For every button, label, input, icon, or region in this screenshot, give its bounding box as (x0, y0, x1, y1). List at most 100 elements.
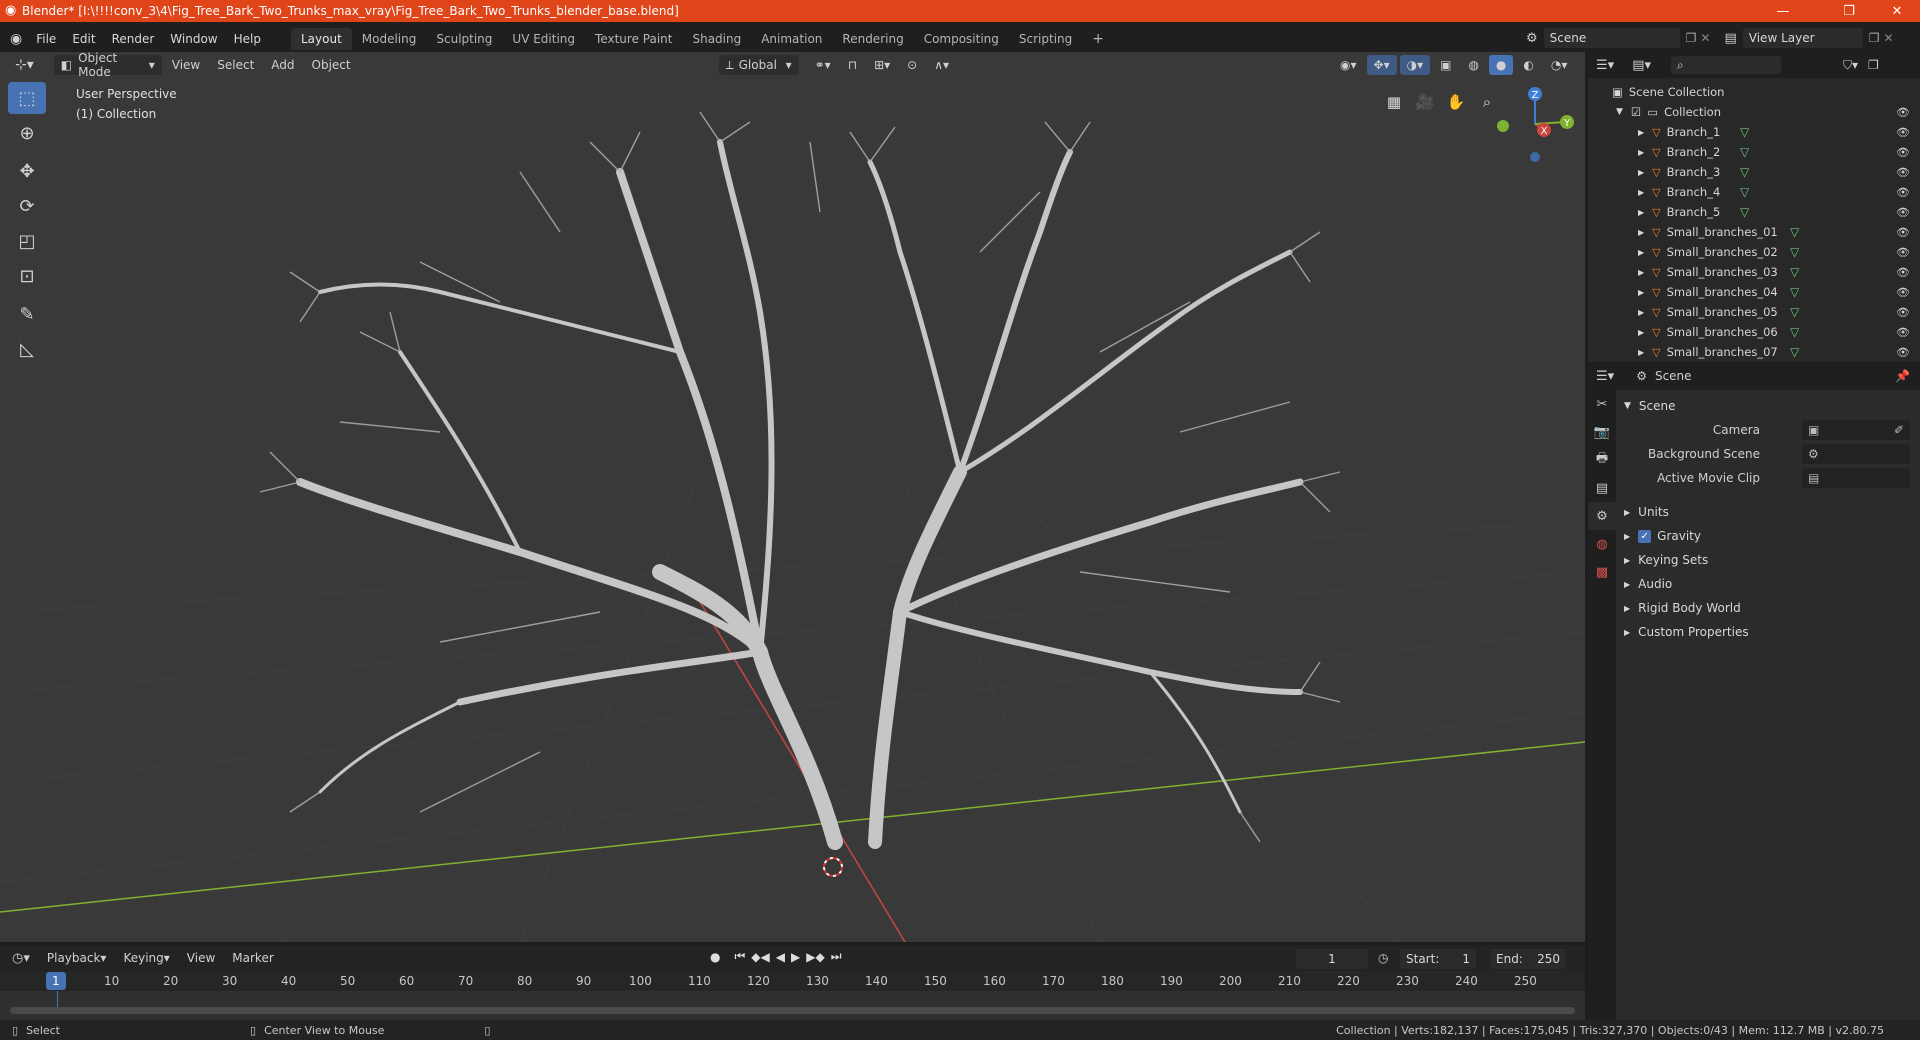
scene-collection-row[interactable]: ▣ Scene Collection (1588, 82, 1920, 102)
keying-menu[interactable]: Keying ▾ (116, 948, 176, 968)
units-panel[interactable]: ▶ Units (1616, 500, 1920, 524)
expand-arrow-icon[interactable]: ▶ (1638, 348, 1644, 357)
eye-icon[interactable]: 👁 (1896, 306, 1910, 319)
scene-panel-header[interactable]: ▼ Scene (1616, 394, 1920, 418)
checkbox-icon[interactable]: ☑ (1631, 105, 1641, 119)
collection-row[interactable]: ▼ ☑ ▭ Collection 👁 (1588, 102, 1920, 122)
delete-scene-icon[interactable]: ✕ (1700, 31, 1710, 45)
next-keyframe-icon[interactable]: ▶◆ (806, 950, 824, 964)
eye-icon[interactable]: 👁 (1896, 106, 1910, 119)
snap-icon[interactable]: ⊓ (841, 55, 864, 75)
properties-editor-icon[interactable]: ☰▾ (1596, 369, 1614, 384)
scene-tab-icon[interactable]: ⚙ (1588, 502, 1616, 530)
marker-menu[interactable]: Marker (225, 948, 280, 968)
eye-icon[interactable]: 👁 (1896, 226, 1910, 239)
annotate-tool-icon[interactable]: ✎ (8, 298, 46, 330)
list-item[interactable]: ▶ ▽ Small_branches_04 ▽ 👁 (1588, 282, 1920, 302)
active-movie-clip-field[interactable]: ▤ (1802, 468, 1910, 488)
expand-arrow-icon[interactable]: ▶ (1638, 188, 1644, 197)
object-mode-dropdown[interactable]: ◧ Object Mode ▾ (53, 51, 162, 79)
pin-icon[interactable]: 📌 (1895, 369, 1910, 383)
list-item[interactable]: ▶ ▽ Branch_1 ▽ 👁 (1588, 122, 1920, 142)
eye-icon[interactable]: 👁 (1896, 246, 1910, 259)
eye-icon[interactable]: 👁 (1896, 326, 1910, 339)
overlay-toggle-icon[interactable]: ◑▾ (1399, 55, 1431, 75)
expand-arrow-icon[interactable]: ▼ (1616, 107, 1623, 117)
tab-scripting[interactable]: Scripting (1009, 28, 1082, 50)
transform-orientation-dropdown[interactable]: ⟂ Global ▾ (718, 55, 799, 75)
tab-compositing[interactable]: Compositing (914, 28, 1009, 50)
list-item[interactable]: ▶ ▽ Small_branches_03 ▽ 👁 (1588, 262, 1920, 282)
world-tab-icon[interactable]: ◍ (1588, 530, 1616, 558)
eye-icon[interactable]: 👁 (1896, 266, 1910, 279)
list-item[interactable]: ▶ ▽ Small_branches_01 ▽ 👁 (1588, 222, 1920, 242)
maximize-button[interactable]: ❐ (1826, 0, 1872, 22)
list-item[interactable]: ▶ ▽ Branch_3 ▽ 👁 (1588, 162, 1920, 182)
playback-menu[interactable]: Playback ▾ (40, 948, 114, 968)
menu-edit[interactable]: Edit (64, 32, 103, 46)
transform-tool-icon[interactable]: ⊡ (8, 260, 46, 292)
background-scene-field[interactable]: ⚙ (1802, 444, 1910, 464)
filter-icon[interactable]: ⛉▾ (1843, 58, 1858, 73)
menu-object[interactable]: Object (305, 55, 358, 75)
navigation-gizmo[interactable]: Z X Y (1480, 82, 1580, 172)
eye-icon[interactable]: 👁 (1896, 146, 1910, 159)
menu-render[interactable]: Render (104, 32, 163, 46)
list-item[interactable]: ▶ ▽ Small_branches_06 ▽ 👁 (1588, 322, 1920, 342)
3d-viewport[interactable] (0, 52, 1585, 942)
end-frame-field[interactable]: End: 250 (1490, 949, 1566, 969)
output-tab-icon[interactable]: 🖶 (1588, 446, 1616, 474)
expand-arrow-icon[interactable]: ▶ (1638, 148, 1644, 157)
eye-icon[interactable]: 👁 (1896, 186, 1910, 199)
tab-uv-editing[interactable]: UV Editing (502, 28, 585, 50)
current-frame-field[interactable]: 1 (1296, 949, 1368, 969)
new-scene-icon[interactable]: ❐ (1686, 31, 1697, 45)
list-item[interactable]: ▶ ▽ Branch_4 ▽ 👁 (1588, 182, 1920, 202)
camera-view-icon[interactable]: 🎥 (1411, 88, 1439, 116)
expand-arrow-icon[interactable]: ▶ (1638, 288, 1644, 297)
timeline-scrollbar[interactable] (10, 1007, 1575, 1014)
list-item[interactable]: ▶ ▽ Small_branches_05 ▽ 👁 (1588, 302, 1920, 322)
close-button[interactable]: ✕ (1874, 0, 1920, 22)
expand-arrow-icon[interactable]: ▶ (1638, 208, 1644, 217)
list-item[interactable]: ▶ ▽ Branch_2 ▽ 👁 (1588, 142, 1920, 162)
tab-shading[interactable]: Shading (682, 28, 751, 50)
audio-panel[interactable]: ▶ Audio (1616, 572, 1920, 596)
play-reverse-icon[interactable]: ◀ (776, 950, 785, 964)
new-collection-icon[interactable]: ❐ (1868, 58, 1879, 72)
view-layer-selector[interactable]: View Layer (1742, 28, 1863, 48)
menu-view[interactable]: View (165, 55, 207, 75)
snap-target-icon[interactable]: ⊞▾ (867, 55, 897, 75)
eye-icon[interactable]: 👁 (1896, 166, 1910, 179)
render-tab-icon[interactable]: 📷 (1588, 418, 1616, 446)
expand-arrow-icon[interactable]: ▶ (1638, 128, 1644, 137)
pan-hand-icon[interactable]: ✋ (1442, 88, 1470, 116)
timeline-view-menu[interactable]: View (180, 948, 222, 968)
view-layer-icon[interactable]: ▤ (1724, 31, 1736, 46)
neg-z-axis-handle[interactable] (1530, 152, 1540, 162)
visibility-icon[interactable]: ◉▾ (1333, 55, 1364, 75)
menu-add[interactable]: Add (264, 55, 301, 75)
material-shading-icon[interactable]: ◐ (1516, 55, 1540, 75)
eye-icon[interactable]: 👁 (1896, 286, 1910, 299)
eye-icon[interactable]: 👁 (1896, 206, 1910, 219)
blender-menu-icon[interactable]: ◉ (10, 31, 22, 47)
record-icon[interactable]: ● (710, 950, 720, 964)
delete-view-layer-icon[interactable]: ✕ (1884, 31, 1894, 45)
menu-select[interactable]: Select (210, 55, 261, 75)
tab-layout[interactable]: Layout (290, 27, 352, 50)
jump-start-icon[interactable]: ⏮ (734, 949, 745, 964)
scene-selector[interactable]: Scene (1543, 28, 1680, 48)
keying-sets-panel[interactable]: ▶ Keying Sets (1616, 548, 1920, 572)
tab-texture-paint[interactable]: Texture Paint (585, 28, 682, 50)
add-workspace-button[interactable]: + (1082, 27, 1114, 51)
jump-end-icon[interactable]: ⏭ (831, 949, 842, 964)
cursor-tool-icon[interactable]: ⊕ (8, 117, 46, 149)
tab-animation[interactable]: Animation (751, 28, 832, 50)
proportional-editing-icon[interactable]: ⊙ (900, 55, 924, 75)
expand-arrow-icon[interactable]: ▶ (1638, 308, 1644, 317)
menu-help[interactable]: Help (226, 32, 269, 46)
eye-icon[interactable]: 👁 (1896, 346, 1910, 359)
menu-file[interactable]: File (28, 32, 64, 46)
eyedropper-icon[interactable]: ✐ (1894, 423, 1904, 437)
